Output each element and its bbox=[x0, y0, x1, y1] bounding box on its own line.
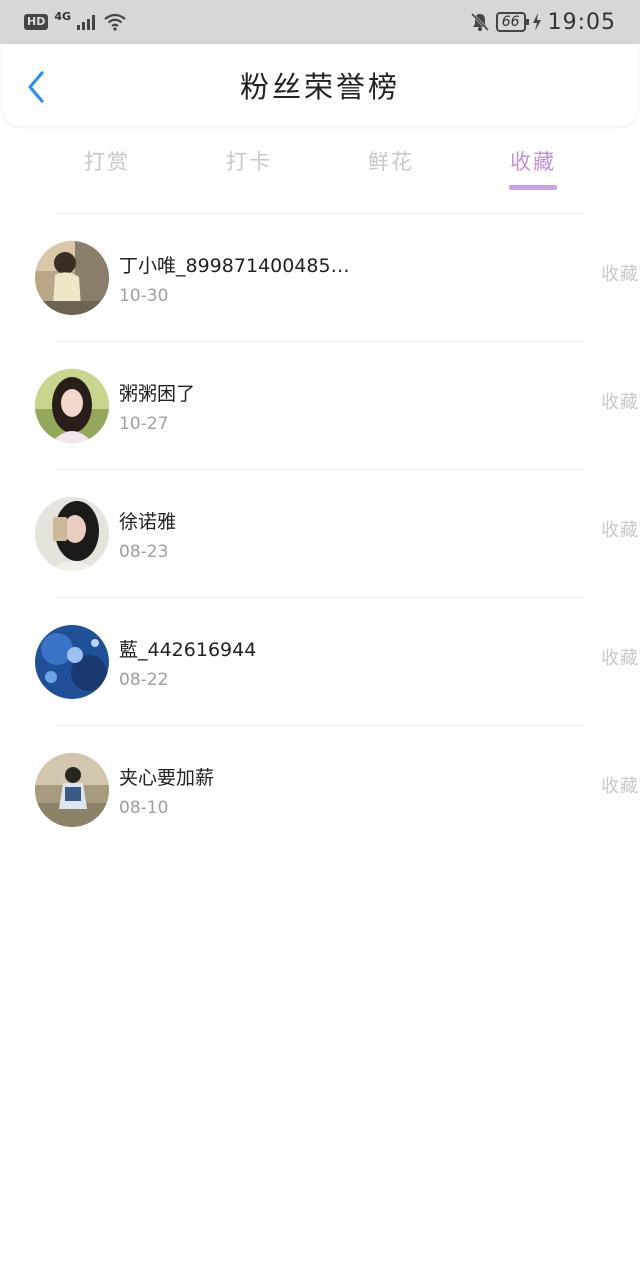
wifi-icon bbox=[104, 13, 126, 31]
fan-row[interactable]: 徐诺雅 08-23 收藏 bbox=[35, 470, 638, 598]
top-navbar: 粉丝荣誉榜 bbox=[2, 44, 638, 126]
tab-underline bbox=[509, 185, 557, 190]
status-bar-right: 66 19:05 bbox=[470, 10, 616, 35]
back-button[interactable] bbox=[20, 70, 52, 104]
tab-label: 鲜花 bbox=[368, 150, 414, 174]
fan-row[interactable]: 夹心要加薪 08-10 收藏 bbox=[35, 726, 638, 854]
fan-info: 夹心要加薪 08-10 bbox=[119, 763, 603, 818]
fan-list: 丁小唯_8998714004852... 10-30 收藏 粥粥困了 10-27 bbox=[0, 213, 640, 853]
avatar bbox=[35, 497, 109, 571]
action-label: 收藏 bbox=[601, 264, 639, 285]
fan-info: 粥粥困了 10-27 bbox=[119, 379, 603, 434]
fan-name: 丁小唯_8998714004852... bbox=[119, 254, 359, 277]
chevron-left-icon bbox=[28, 71, 44, 103]
fan-name: 夹心要加薪 bbox=[119, 766, 215, 789]
tab-label: 收藏 bbox=[510, 150, 556, 174]
fan-date: 10-27 bbox=[119, 413, 169, 434]
status-bar-left: HD 4G bbox=[24, 9, 127, 31]
avatar bbox=[35, 369, 109, 443]
fan-info: 丁小唯_8998714004852... 10-30 bbox=[119, 251, 603, 306]
fan-name: 藍_442616944 bbox=[119, 638, 257, 661]
avatar bbox=[35, 625, 109, 699]
tab-label: 打卡 bbox=[226, 150, 272, 174]
fan-row[interactable]: 丁小唯_8998714004852... 10-30 收藏 bbox=[35, 214, 638, 342]
tab-reward[interactable]: 打赏 bbox=[36, 138, 178, 194]
status-time: 19:05 bbox=[547, 9, 616, 35]
page-title: 粉丝荣誉榜 bbox=[239, 70, 400, 104]
fan-date: 10-30 bbox=[119, 285, 169, 306]
avatar bbox=[35, 753, 109, 827]
battery-icon: 66 bbox=[495, 12, 529, 32]
fan-date: 08-23 bbox=[119, 541, 169, 562]
action-label: 收藏 bbox=[601, 776, 639, 797]
action-label: 收藏 bbox=[601, 392, 639, 413]
tab-favorites[interactable]: 收藏 bbox=[462, 138, 604, 194]
hd-badge: HD bbox=[24, 14, 49, 30]
fan-date: 08-10 bbox=[119, 797, 169, 818]
fan-row[interactable]: 粥粥困了 10-27 收藏 bbox=[35, 342, 638, 470]
charging-icon bbox=[532, 13, 541, 31]
list-item: 徐诺雅 08-23 收藏 bbox=[35, 469, 638, 597]
tab-label: 打赏 bbox=[84, 150, 130, 174]
list-item: 粥粥困了 10-27 收藏 bbox=[35, 341, 638, 469]
signal-icon bbox=[77, 15, 96, 30]
mute-bell-icon bbox=[470, 12, 489, 32]
fan-name: 粥粥困了 bbox=[119, 382, 196, 405]
fan-date: 08-22 bbox=[119, 669, 169, 690]
action-label: 收藏 bbox=[601, 520, 639, 541]
avatar bbox=[35, 241, 109, 315]
tab-flowers[interactable]: 鲜花 bbox=[320, 138, 462, 194]
network-type: 4G bbox=[54, 9, 72, 23]
fan-info: 徐诺雅 08-23 bbox=[119, 507, 603, 562]
tab-bar: 打赏 打卡 鲜花 收藏 bbox=[36, 138, 604, 194]
list-item: 夹心要加薪 08-10 收藏 bbox=[35, 725, 638, 853]
fan-row[interactable]: 藍_442616944 08-22 收藏 bbox=[35, 598, 638, 726]
tab-checkin[interactable]: 打卡 bbox=[178, 138, 320, 194]
fan-name: 徐诺雅 bbox=[119, 510, 177, 533]
action-label: 收藏 bbox=[601, 648, 639, 669]
list-item: 丁小唯_8998714004852... 10-30 收藏 bbox=[35, 213, 638, 341]
fan-info: 藍_442616944 08-22 bbox=[119, 635, 603, 690]
status-bar: HD 4G 66 19:05 bbox=[0, 0, 640, 44]
list-item: 藍_442616944 08-22 收藏 bbox=[35, 597, 638, 725]
